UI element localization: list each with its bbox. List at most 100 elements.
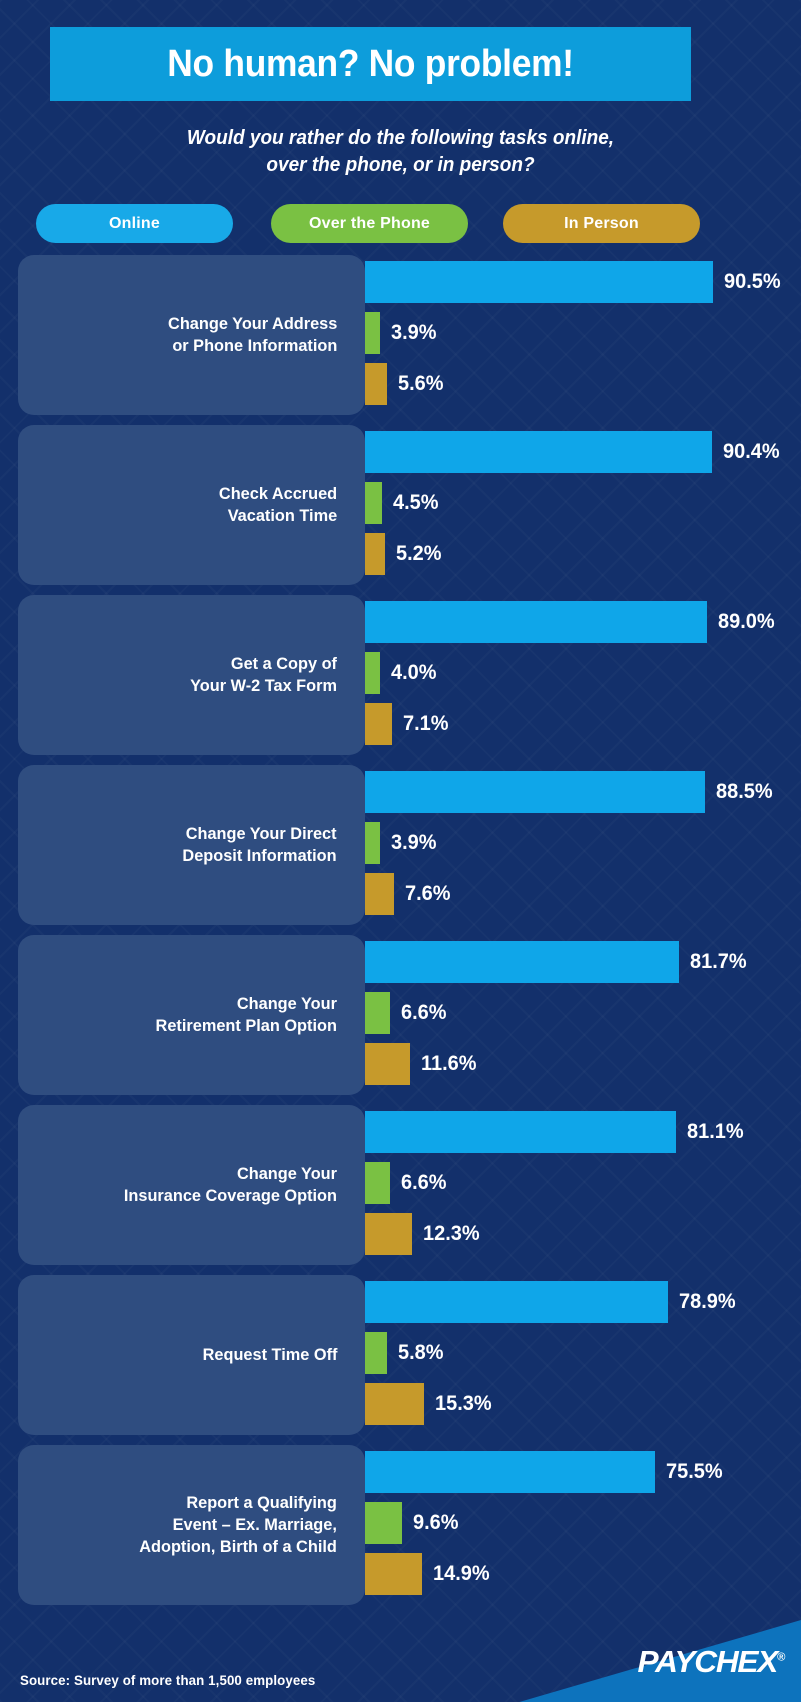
bar-phone: [365, 1502, 402, 1544]
bar-group-online: 81.1%: [365, 1111, 747, 1153]
paychex-logo: PAYCHEX®: [637, 1644, 786, 1680]
legend-item-in-person[interactable]: In Person: [503, 204, 700, 243]
bar-online: [365, 1111, 677, 1153]
registered-mark-icon: ®: [777, 1651, 785, 1664]
chart-row: Change Your Retirement Plan Option 81.7% 6.…: [0, 935, 801, 1095]
row-label-line: Vacation Time: [227, 506, 337, 525]
bar-phone: [365, 1162, 391, 1204]
row-label-line: Change Your: [236, 1164, 337, 1183]
bar-value-online: 88.5%: [715, 780, 773, 803]
bar-group-phone: 9.6%: [365, 1502, 461, 1544]
row-bars: 90.4% 4.5% 5.2%: [365, 425, 801, 585]
bar-group-phone: 3.9%: [365, 312, 439, 354]
paychex-logo-text: PAYCHEX: [637, 1644, 779, 1679]
chart-row: Get a Copy of Your W-2 Tax Form 89.0% 4.0% 7…: [0, 595, 801, 755]
bar-group-phone: 6.6%: [365, 1162, 449, 1204]
bar-phone: [365, 822, 380, 864]
row-label-line: Event – Ex. Marriage,: [172, 1515, 337, 1534]
row-label: Request Time Off: [202, 1344, 337, 1366]
footer: Source: Survey of more than 1,500 employ…: [0, 1620, 801, 1702]
bar-person: [365, 1553, 423, 1595]
bar-value-person: 11.6%: [420, 1052, 477, 1075]
row-label-panel: Change Your Retirement Plan Option: [18, 935, 365, 1095]
bar-phone: [365, 1332, 388, 1374]
bar-value-online: 89.0%: [717, 610, 775, 633]
bar-value-online: 75.5%: [665, 1460, 723, 1483]
bar-value-phone: 4.0%: [391, 661, 437, 684]
bar-value-online: 81.1%: [687, 1120, 744, 1143]
bar-group-person: 15.3%: [365, 1383, 494, 1425]
bar-value-phone: 9.6%: [412, 1511, 459, 1534]
row-label-panel: Change Your Direct Deposit Information: [18, 765, 365, 925]
chart-row: Change Your Insurance Coverage Option 81.1…: [0, 1105, 801, 1265]
bar-value-person: 5.6%: [397, 372, 443, 395]
subtitle-line-2: over the phone, or in person?: [266, 154, 535, 176]
bar-value-phone: 4.5%: [393, 491, 439, 514]
bar-value-online: 78.9%: [678, 1290, 736, 1313]
subtitle-line-1: Would you rather do the following tasks …: [186, 127, 615, 149]
bar-person: [365, 703, 393, 745]
page-title: No human? No problem!: [167, 42, 574, 85]
row-label: Change Your Retirement Plan Option: [156, 993, 337, 1037]
source-note: Source: Survey of more than 1,500 employ…: [20, 1672, 316, 1688]
bar-value-phone: 3.9%: [390, 321, 437, 344]
legend-item-online[interactable]: Online: [36, 204, 233, 243]
row-label-panel: Request Time Off: [18, 1275, 365, 1435]
chart-row: Change Your Address or Phone Information 9…: [0, 255, 801, 415]
row-label-line: Report a Qualifying: [186, 1493, 337, 1512]
row-label-panel: Change Your Insurance Coverage Option: [18, 1105, 365, 1265]
row-label-line: Your W-2 Tax Form: [190, 676, 337, 695]
bar-value-person: 5.2%: [395, 542, 442, 565]
bar-group-online: 88.5%: [365, 771, 775, 813]
legend-item-over-the-phone[interactable]: Over the Phone: [271, 204, 468, 243]
bar-group-person: 11.6%: [365, 1043, 479, 1085]
row-label-line: Get a Copy of: [230, 654, 337, 673]
bar-group-person: 5.6%: [365, 363, 445, 405]
row-bars: 78.9% 5.8% 15.3%: [365, 1275, 801, 1435]
row-bars: 75.5% 9.6% 14.9%: [365, 1445, 801, 1605]
bar-group-phone: 3.9%: [365, 822, 439, 864]
row-label-panel: Get a Copy of Your W-2 Tax Form: [18, 595, 365, 755]
bar-value-person: 12.3%: [423, 1222, 480, 1245]
row-label: Get a Copy of Your W-2 Tax Form: [190, 653, 337, 697]
row-label-line: Deposit Information: [182, 846, 337, 865]
bar-group-phone: 4.0%: [365, 652, 439, 694]
row-label-panel: Report a Qualifying Event – Ex. Marriage,…: [18, 1445, 365, 1605]
bar-group-person: 7.6%: [365, 873, 453, 915]
bar-person: [365, 1043, 410, 1085]
row-bars: 89.0% 4.0% 7.1%: [365, 595, 801, 755]
subtitle: Would you rather do the following tasks …: [20, 125, 781, 179]
bar-group-online: 89.0%: [365, 601, 777, 643]
row-label: Change Your Direct Deposit Information: [183, 823, 337, 867]
bar-value-online: 90.5%: [723, 270, 781, 293]
row-label-line: Check Accrued: [218, 484, 337, 503]
bar-online: [365, 1281, 668, 1323]
bar-person: [365, 533, 385, 575]
bar-group-person: 7.1%: [365, 703, 451, 745]
bar-person: [365, 1383, 424, 1425]
row-label-line: Request Time Off: [202, 1345, 337, 1364]
bar-person: [365, 873, 395, 915]
chart-rows: Change Your Address or Phone Information 9…: [0, 255, 801, 1615]
title-banner: No human? No problem!: [50, 27, 691, 101]
bar-online: [365, 1451, 655, 1493]
bar-group-person: 5.2%: [365, 533, 444, 575]
bar-group-person: 12.3%: [365, 1213, 483, 1255]
bar-phone: [365, 482, 383, 524]
infographic-page: No human? No problem! Would you rather d…: [0, 0, 801, 1702]
bar-group-online: 90.5%: [365, 261, 783, 303]
bar-value-phone: 3.9%: [390, 831, 437, 854]
bar-person: [365, 363, 387, 405]
bar-value-person: 7.6%: [405, 882, 451, 905]
row-bars: 81.7% 6.6% 11.6%: [365, 935, 801, 1095]
row-label: Change Your Address or Phone Information: [168, 313, 337, 357]
chart-row: Check Accrued Vacation Time 90.4% 4.5% 5.2%: [0, 425, 801, 585]
row-label-line: or Phone Information: [171, 336, 337, 355]
bar-group-online: 81.7%: [365, 941, 749, 983]
row-label-line: Insurance Coverage Option: [123, 1186, 337, 1205]
bar-group-person: 14.9%: [365, 1553, 493, 1595]
bar-group-phone: 5.8%: [365, 1332, 446, 1374]
row-label-line: Change Your Address: [167, 314, 337, 333]
bar-phone: [365, 312, 380, 354]
bar-value-phone: 6.6%: [401, 1171, 447, 1194]
